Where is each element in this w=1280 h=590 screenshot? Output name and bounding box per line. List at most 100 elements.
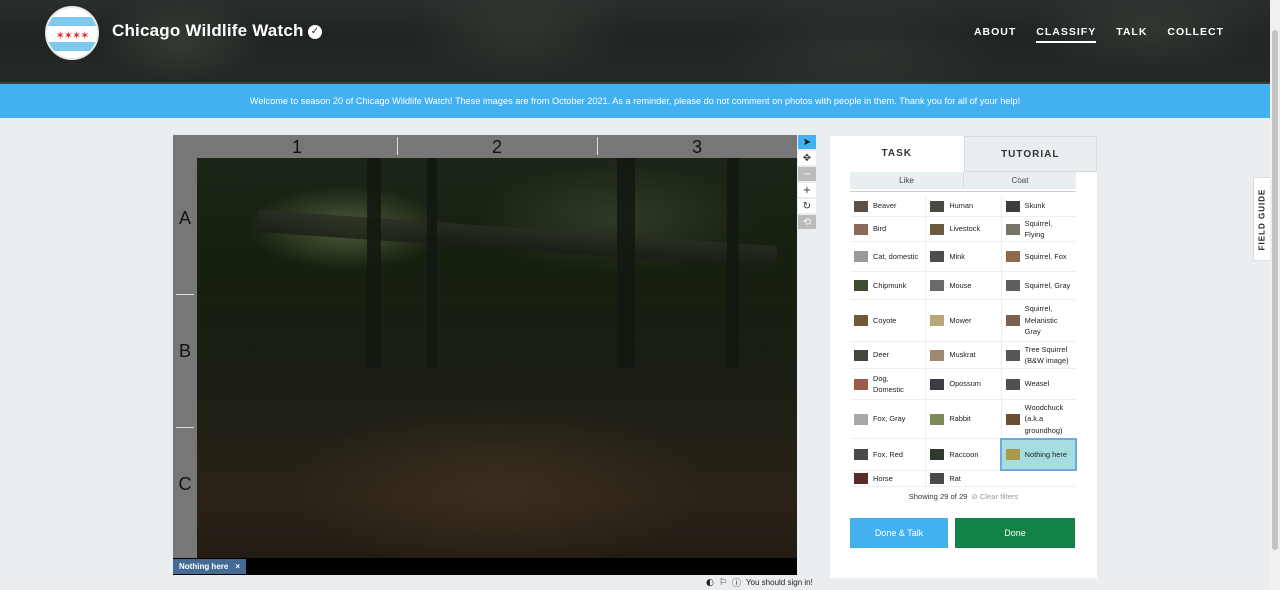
choice-thumbnail xyxy=(1005,251,1020,262)
zoom-in-icon[interactable]: + xyxy=(798,183,816,197)
row-label: A xyxy=(178,208,191,228)
nav-talk[interactable]: TALK xyxy=(1116,26,1147,43)
nav-about[interactable]: ABOUT xyxy=(974,26,1016,43)
choice-squirrel-melanistic-gray[interactable]: Squirrel, Melanistic Gray xyxy=(1000,300,1076,341)
row-label: B xyxy=(178,341,191,361)
choice-livestock[interactable]: Livestock xyxy=(925,217,1000,241)
choice-weasel[interactable]: Weasel xyxy=(1000,369,1076,399)
choice-opossum[interactable]: Opossum xyxy=(925,369,1000,399)
choice-thumbnail xyxy=(930,449,945,460)
choice-thumbnail xyxy=(854,378,868,390)
choice-bird[interactable]: Bird xyxy=(850,217,925,241)
page-scrollbar[interactable] xyxy=(1270,0,1280,590)
filter-coat[interactable]: Coat xyxy=(963,172,1076,189)
choice-thumbnail xyxy=(1005,413,1020,425)
choice-row: Deer Muskrat Tree Squirrel (B&W image) xyxy=(850,342,1076,369)
choice-cat-domestic[interactable]: Cat, domestic xyxy=(850,242,925,271)
viewer-toolbar: ➤ ✥ − + ↻ ⟲ xyxy=(798,135,818,229)
choice-label: Rabbit xyxy=(949,414,971,424)
choice-filters: Like Coat xyxy=(850,172,1076,189)
choice-skunk[interactable]: Skunk xyxy=(1000,196,1076,216)
choice-label: Woodchuck (a.k.a groundhog) xyxy=(1024,402,1064,435)
tab-tutorial[interactable]: TUTORIAL xyxy=(963,136,1097,172)
choice-tree-squirrel-b-w-image[interactable]: Tree Squirrel (B&W image) xyxy=(1000,342,1076,368)
choice-thumbnail xyxy=(854,223,868,235)
choice-woodchuck-a-k-a-groundhog[interactable]: Woodchuck (a.k.a groundhog) xyxy=(1000,400,1076,438)
choice-fox-gray[interactable]: Fox, Gray xyxy=(850,400,925,438)
project-logo[interactable]: ✶✶✶✶ xyxy=(45,6,99,60)
field-guide-tab[interactable]: FIELD GUIDE xyxy=(1253,177,1271,261)
showing-count: Showing 29 of 29 ⊘ Clear filters xyxy=(908,492,1019,501)
selected-choice-tag[interactable]: Nothing here × xyxy=(173,559,247,574)
column-grid-labels: 1 2 3 xyxy=(197,135,797,158)
choice-thumbnail xyxy=(930,349,945,361)
choice-label: Coyote xyxy=(873,315,897,325)
choice-thumbnail xyxy=(930,200,945,212)
flag-icon[interactable]: ⚐ xyxy=(719,578,727,588)
subject-viewer: 1 2 3 A B C xyxy=(173,135,797,575)
nav-collect[interactable]: COLLECT xyxy=(1167,26,1224,43)
choice-beaver[interactable]: Beaver xyxy=(850,196,925,216)
choice-label: Muskrat xyxy=(949,350,976,360)
choice-label: Dog, Domestic xyxy=(873,373,904,395)
announcement-banner: Welcome to season 20 of Chicago Wildlife… xyxy=(0,84,1270,118)
nav-classify[interactable]: CLASSIFY xyxy=(1036,26,1097,43)
clear-filters-button[interactable]: ⊘ Clear filters xyxy=(971,492,1018,501)
choice-label: Beaver xyxy=(873,201,897,211)
contrast-icon[interactable]: ◐ xyxy=(706,578,714,588)
remove-choice-icon[interactable]: × xyxy=(235,559,240,574)
choice-thumbnail xyxy=(930,280,945,291)
selected-choice-label: Nothing here xyxy=(179,562,229,571)
choice-mower[interactable]: Mower xyxy=(925,300,1000,341)
choice-rat[interactable]: Rat xyxy=(925,471,1000,486)
choice-thumbnail xyxy=(1005,280,1020,291)
rotate-icon[interactable]: ↻ xyxy=(798,199,816,213)
choice-thumbnail xyxy=(930,473,945,484)
choice-label: Chipmunk xyxy=(873,280,907,290)
choice-mink[interactable]: Mink xyxy=(925,242,1000,271)
tab-task[interactable]: TASK xyxy=(830,136,964,172)
choice-thumbnail xyxy=(930,378,945,390)
project-title[interactable]: Chicago Wildlife Watch xyxy=(112,21,304,41)
choice-thumbnail xyxy=(854,413,868,425)
choice-deer[interactable]: Deer xyxy=(850,342,925,368)
zoom-out-icon[interactable]: − xyxy=(798,167,816,181)
choice-mouse[interactable]: Mouse xyxy=(925,272,1000,299)
camera-trap-image[interactable] xyxy=(197,158,797,558)
filter-like[interactable]: Like xyxy=(850,172,963,189)
row-label: C xyxy=(178,474,192,494)
choice-rabbit[interactable]: Rabbit xyxy=(925,400,1000,438)
chicago-flag-stars-icon: ✶✶✶✶ xyxy=(55,29,90,42)
choice-squirrel-fox[interactable]: Squirrel, Fox xyxy=(1000,242,1076,271)
choice-squirrel-gray[interactable]: Squirrel, Gray xyxy=(1000,272,1076,299)
choice-label: Bird xyxy=(873,224,887,234)
done-and-talk-button[interactable]: Done & Talk xyxy=(850,518,948,548)
choice-thumbnail xyxy=(854,449,868,460)
choice-dog-domestic[interactable]: Dog, Domestic xyxy=(850,369,925,399)
choice-thumbnail xyxy=(1005,223,1020,235)
choice-squirrel-flying[interactable]: Squirrel, Flying xyxy=(1000,217,1076,241)
choice-human[interactable]: Human xyxy=(925,196,1000,216)
info-icon[interactable]: ⓘ xyxy=(732,576,741,589)
choice-label: Skunk xyxy=(1024,201,1046,211)
column-label: 1 xyxy=(291,137,302,157)
reset-icon[interactable]: ⟲ xyxy=(798,215,816,229)
choice-chipmunk[interactable]: Chipmunk xyxy=(850,272,925,299)
choice-muskrat[interactable]: Muskrat xyxy=(925,342,1000,368)
choice-thumbnail xyxy=(930,315,945,326)
move-tool-icon[interactable]: ✥ xyxy=(798,151,816,165)
choice-label: Mink xyxy=(949,251,965,261)
verified-badge-icon: ✓ xyxy=(308,25,322,39)
choice-raccoon[interactable]: Raccoon xyxy=(925,439,1000,470)
choice-row: Bird Livestock Squirrel, Flying xyxy=(850,217,1076,242)
choice-label: Rat xyxy=(949,473,961,483)
choice-horse[interactable]: Horse xyxy=(850,471,925,486)
choice-nothing-here[interactable]: Nothing here xyxy=(999,438,1077,471)
column-label: 3 xyxy=(691,137,702,157)
choice-fox-red[interactable]: Fox, Red xyxy=(850,439,925,470)
choice-thumbnail xyxy=(854,280,868,291)
choice-label: Fox, Gray xyxy=(873,414,906,424)
done-button[interactable]: Done xyxy=(955,518,1075,548)
pointer-tool-icon[interactable]: ➤ xyxy=(798,135,816,149)
choice-coyote[interactable]: Coyote xyxy=(850,300,925,341)
